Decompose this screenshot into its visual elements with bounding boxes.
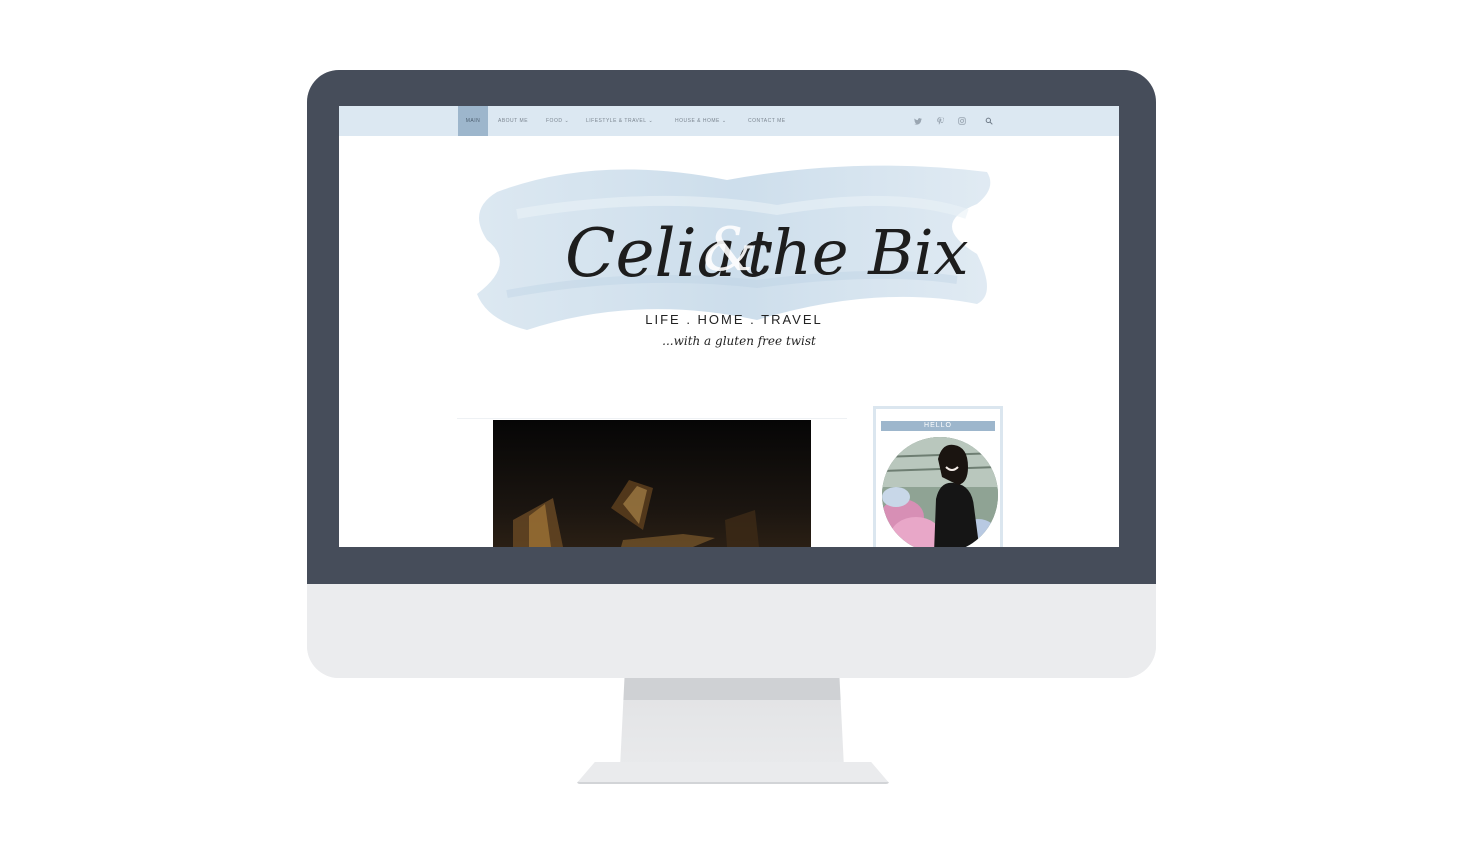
website-screen: MAIN ABOUT ME FOOD ⌄ LIFESTYLE & TRAVEL ⌄ … [339,106,1119,547]
chevron-down-icon: ⌄ [648,118,654,124]
svg-text:the Bix: the Bix [747,216,969,289]
nav-item-label: FOOD [546,118,563,124]
featured-post-image[interactable] [493,420,811,547]
nav-item-contact-me[interactable]: CONTACT ME [748,106,786,136]
monitor-stand-base [576,762,890,784]
site-tagline: LIFE . HOME . TRAVEL [645,312,823,327]
content-divider [457,418,847,419]
sidebar-title: HELLO [881,421,995,431]
top-navigation: MAIN ABOUT ME FOOD ⌄ LIFESTYLE & TRAVEL ⌄ … [339,106,1119,136]
site-logo[interactable]: Celiac & the Bix [457,144,1005,340]
pinterest-icon[interactable] [935,116,945,126]
nav-item-lifestyle-travel[interactable]: LIFESTYLE & TRAVEL ⌄ [586,106,653,136]
sidebar-widget: HELLO [873,406,1003,547]
nav-item-label: LIFESTYLE & TRAVEL [586,118,647,124]
chevron-down-icon: ⌄ [564,118,570,124]
nav-item-label: ABOUT ME [498,118,529,124]
site-subtagline: ...with a gluten free twist [662,334,816,348]
monitor-stand-neck [620,678,844,768]
nav-item-house-home[interactable]: HOUSE & HOME ⌄ [675,106,727,136]
instagram-icon[interactable] [957,116,967,126]
nav-item-label: MAIN [465,118,481,124]
nav-item-main[interactable]: MAIN [458,106,488,136]
twitter-icon[interactable] [913,116,923,126]
nav-item-label: HOUSE & HOME [675,118,720,124]
nav-item-food[interactable]: FOOD ⌄ [546,106,569,136]
nav-item-label: CONTACT ME [748,118,786,124]
avatar[interactable] [882,437,998,547]
chevron-down-icon: ⌄ [721,118,727,124]
monitor-chin [307,584,1156,678]
search-icon[interactable] [984,116,994,126]
nav-item-about-me[interactable]: ABOUT ME [498,106,528,136]
